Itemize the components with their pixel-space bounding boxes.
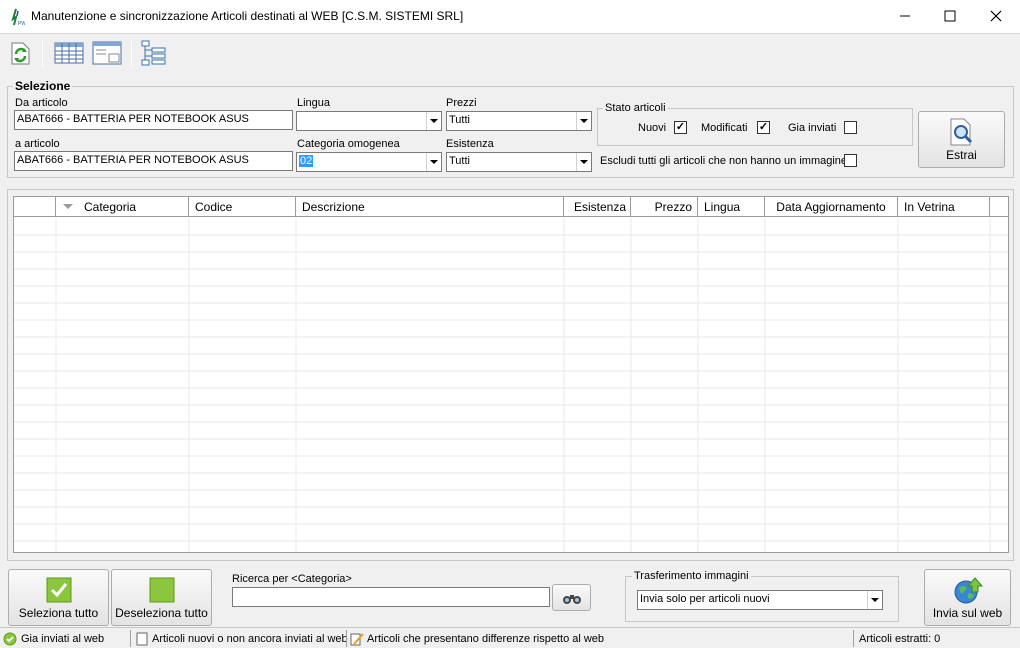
status-bar: Gia inviati al web Articoli nuovi o non … [0,627,1020,648]
check-circle-icon [3,632,17,645]
selezione-legend: Selezione [13,79,73,93]
app-logo-icon: PW [11,8,25,26]
categoria-label: Categoria omogenea [297,138,400,150]
form-view-icon [92,41,122,65]
trasferimento-select[interactable]: Invia solo per articoli nuovi [637,590,883,610]
a-articolo-label: a articolo [15,138,60,150]
seleziona-tutto-label: Seleziona tutto [18,606,99,620]
invia-sul-web-button[interactable]: Invia sul web [924,569,1011,626]
deseleziona-tutto-button[interactable]: Deseleziona tutto [111,569,212,626]
minimize-icon [900,15,910,17]
refresh-button[interactable] [6,38,36,68]
toolbar [0,33,1020,71]
status-differenze: Articoli che presentano differenze rispe… [350,630,604,647]
close-button[interactable] [973,0,1019,32]
prezzi-value: Tutti [449,114,470,126]
edit-page-icon [350,632,364,645]
column-header-prezzo[interactable]: Prezzo [631,197,698,217]
nuovi-checkbox[interactable]: ✓ [674,121,687,134]
categoria-select[interactable]: 02 [296,152,442,172]
check-icon [46,577,71,603]
da-articolo-label: Da articolo [15,97,68,109]
sort-icon [63,204,73,209]
status-nuovi: Articoli nuovi o non ancora inviati al w… [136,630,348,647]
table-header: Categoria Codice Descrizione Esistenza P… [14,197,1008,217]
binoculars-icon [562,594,581,604]
tree-icon [141,40,166,66]
grid-icon [54,42,84,64]
column-header-data-aggiornamento[interactable]: Data Aggiornamento [765,197,898,217]
gia-inviati-checkbox[interactable] [844,121,857,134]
deseleziona-tutto-label: Deseleziona tutto [115,606,208,620]
escludi-label: Escludi tutti gli articoli che non hanno… [600,155,848,167]
seleziona-tutto-button[interactable]: Seleziona tutto [8,569,109,626]
blank-page-icon [136,632,148,645]
gia-inviati-label: Gia inviati [788,122,837,134]
chevron-down-icon[interactable] [426,153,441,171]
row-indicator-header [14,197,56,217]
tree-view-button[interactable] [138,38,168,68]
refresh-icon [11,42,30,65]
grid-view-button[interactable] [52,38,86,68]
prezzi-label: Prezzi [446,97,477,109]
status-articoli-estratti: Articoli estratti: 0 [859,632,941,645]
chevron-down-icon[interactable] [867,591,882,609]
column-header-esistenza[interactable]: Esistenza [564,197,631,217]
modificati-checkbox[interactable]: ✓ [757,121,770,134]
window-title: Manutenzione e sincronizzazione Articoli… [31,9,464,23]
maximize-icon [944,10,956,22]
a-articolo-input[interactable]: ABAT666 - BATTERIA PER NOTEBOOK ASUS [14,151,293,171]
escludi-checkbox[interactable] [844,154,857,167]
status-gia-inviati: Gia inviati al web [3,630,104,647]
esistenza-label: Esistenza [446,138,494,150]
column-header-categoria[interactable]: Categoria [56,197,189,217]
invia-sul-web-label: Invia sul web [932,606,1003,620]
modificati-label: Modificati [701,122,748,134]
trasferimento-value: Invia solo per articoli nuovi [640,593,770,605]
empty-grid-lines [14,218,1008,552]
lingua-select[interactable] [296,111,442,131]
stato-articoli-legend: Stato articoli [603,102,668,114]
nuovi-label: Nuovi [638,122,667,134]
maximize-button[interactable] [927,0,973,32]
svg-text:PW: PW [18,21,25,26]
esistenza-value: Tutti [449,155,470,167]
globe-upload-icon [954,577,983,604]
chevron-down-icon[interactable] [576,112,591,130]
ricerca-label: Ricerca per <Categoria> [232,573,352,585]
categoria-value: 02 [299,155,314,167]
table-body [14,218,1008,552]
close-icon [990,10,1002,22]
column-header-codice[interactable]: Codice [189,197,296,217]
magnifier-icon [950,118,972,146]
form-view-button[interactable] [90,38,124,68]
lingua-label: Lingua [297,97,331,109]
estrai-button[interactable]: Estrai [918,111,1005,168]
column-header-in-vetrina[interactable]: In Vetrina [898,197,990,217]
chevron-down-icon[interactable] [576,153,591,171]
column-header-descrizione[interactable]: Descrizione [296,197,564,217]
ricerca-input[interactable] [232,587,550,607]
da-articolo-input[interactable]: ABAT666 - BATTERIA PER NOTEBOOK ASUS [14,110,293,130]
trasferimento-legend: Trasferimento immagini [632,570,751,582]
title-bar: PW Manutenzione e sincronizzazione Artic… [0,0,1020,33]
prezzi-select[interactable]: Tutti [446,111,592,131]
chevron-down-icon[interactable] [426,112,441,130]
estrai-label: Estrai [946,148,977,162]
search-button[interactable] [552,584,591,611]
empty-box-icon [149,577,174,603]
articoli-table[interactable]: Categoria Codice Descrizione Esistenza P… [13,196,1009,553]
minimize-button[interactable] [882,0,928,32]
esistenza-select[interactable]: Tutti [446,152,592,172]
column-header-lingua[interactable]: Lingua [698,197,765,217]
